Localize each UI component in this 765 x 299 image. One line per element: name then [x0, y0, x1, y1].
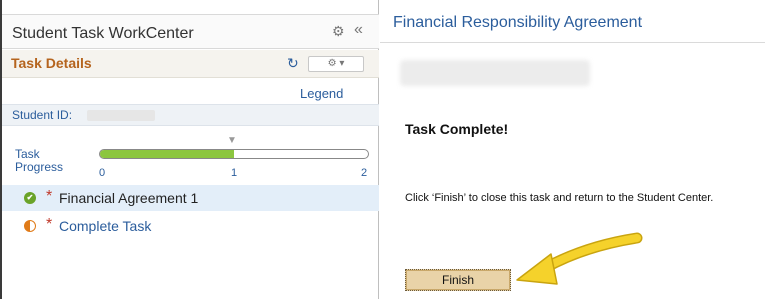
instruction-text: Click ‘Finish’ to close this task and re…	[405, 192, 714, 204]
task-workcenter-panel: Student Task WorkCenter ⚙ « Task Details…	[0, 0, 379, 299]
task-details-title: Task Details	[11, 55, 92, 71]
progress-tick-2: 2	[361, 167, 368, 179]
check-circle-icon: ✔	[24, 192, 36, 204]
task-details-bar: Task Details ↻ ⚙ ▾	[2, 50, 379, 78]
arrow-annotation-icon	[516, 232, 643, 285]
required-star-icon: *	[46, 216, 53, 233]
redacted-banner	[400, 60, 590, 86]
task-label: Financial Agreement 1	[59, 190, 199, 206]
gear-icon[interactable]: ⚙	[332, 24, 346, 38]
task-progress-label: Task Progress	[15, 148, 63, 174]
task-progress-fill	[100, 150, 234, 158]
page-title: Financial Responsibility Agreement	[393, 14, 643, 31]
progress-tick-1: 1	[231, 167, 238, 179]
task-complete-heading: Task Complete!	[405, 121, 509, 137]
task-progress-label-line2: Progress	[15, 160, 64, 174]
double-chevron-left-icon[interactable]: «	[354, 22, 363, 38]
task-item-complete-task[interactable]: * Complete Task	[2, 213, 379, 239]
student-id-value-redacted	[87, 110, 155, 121]
task-content-panel: Financial Responsibility Agreement Task …	[380, 0, 765, 299]
student-id-label: Student ID:	[12, 108, 73, 122]
task-item-financial-agreement[interactable]: ✔ * Financial Agreement 1	[2, 185, 379, 211]
refresh-icon[interactable]: ↻	[287, 55, 299, 72]
task-progress-bar	[99, 149, 369, 159]
workcenter-header: Student Task WorkCenter ⚙ «	[2, 14, 379, 49]
divider	[380, 42, 765, 43]
student-id-row: Student ID:	[2, 104, 379, 126]
gear-dropdown-icon[interactable]: ⚙ ▾	[308, 56, 364, 72]
progress-marker-icon: ▼	[227, 135, 237, 146]
progress-tick-0: 0	[99, 167, 106, 179]
task-label: Complete Task	[59, 218, 152, 234]
legend-link[interactable]: Legend	[300, 86, 343, 101]
half-circle-icon	[24, 220, 36, 232]
required-star-icon: *	[46, 188, 53, 205]
finish-button[interactable]: Finish	[405, 269, 511, 291]
workcenter-title: Student Task WorkCenter	[12, 25, 194, 42]
